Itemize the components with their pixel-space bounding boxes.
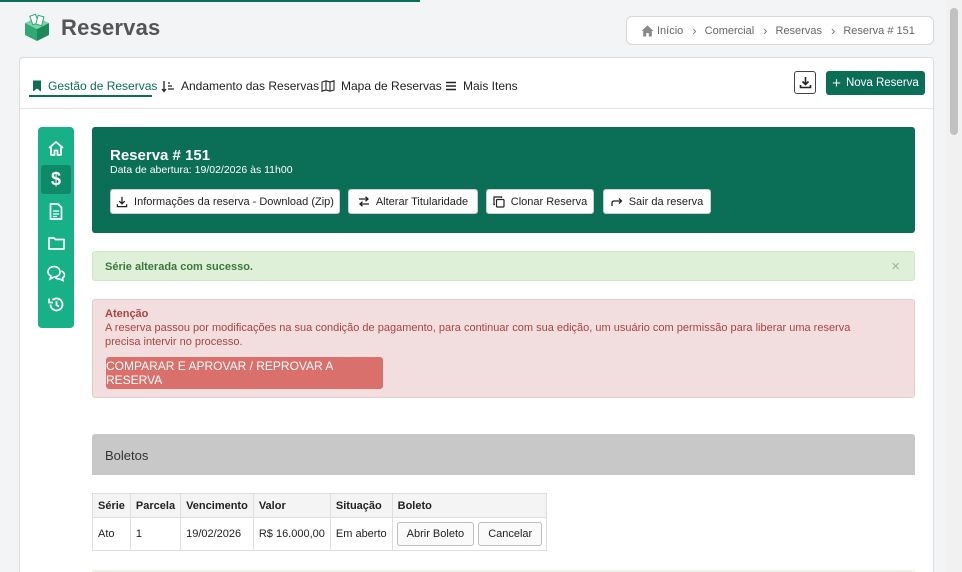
column-header-situacao: Situação <box>329 493 393 518</box>
clone-reservation-label: Clonar Reserva <box>510 195 588 208</box>
download-info-button[interactable]: Informações da reserva - Download (Zip) <box>110 189 340 214</box>
exit-reservation-button[interactable]: Sair da reserva <box>603 189 711 214</box>
table-header-row: Série Parcela Vencimento Valor Situação … <box>92 493 548 518</box>
tab-mapa-de-reservas[interactable]: Mapa de Reservas <box>321 75 442 97</box>
share-arrow-icon <box>611 197 623 206</box>
change-ownership-label: Alterar Titularidade <box>375 195 469 208</box>
chat-icon <box>47 265 66 282</box>
new-reservation-label: Nova Reserva <box>845 77 919 89</box>
app-logo-icon <box>25 13 49 41</box>
boletos-table: Série Parcela Vencimento Valor Situação … <box>92 493 548 551</box>
tab-label: Andamento das Reservas <box>181 79 320 93</box>
sidenav-documentos[interactable] <box>41 197 71 226</box>
swap-icon <box>358 196 369 207</box>
chevron-right-icon: › <box>763 23 768 38</box>
sidenav-financeiro[interactable]: $ <box>41 165 71 194</box>
download-icon <box>799 77 811 89</box>
scrollbar-thumb[interactable] <box>950 8 958 135</box>
home-icon <box>641 25 654 36</box>
column-header-serie: Série <box>92 493 131 518</box>
column-header-boleto: Boleto <box>391 493 548 518</box>
sort-icon <box>161 80 174 93</box>
history-icon <box>48 297 64 312</box>
breadcrumb-item-current: Reserva # 151 <box>843 24 915 37</box>
plus-icon: + <box>832 74 841 92</box>
sidenav-arquivos[interactable] <box>41 228 71 257</box>
table-row: Ato 1 19/02/2026 R$ 16.000,00 Em aberto … <box>92 517 548 551</box>
tab-bar: Gestão de Reservas Andamento das Reserva… <box>20 58 933 109</box>
cell-situacao: Em aberto <box>329 517 393 551</box>
clone-reservation-button[interactable]: Clonar Reserva <box>486 189 594 214</box>
top-accent-bar <box>0 0 420 2</box>
menu-icon <box>446 81 456 91</box>
column-header-parcela: Parcela <box>129 493 182 518</box>
breadcrumb: Início › Comercial › Reservas › Reserva … <box>626 16 934 45</box>
reservation-title: Reserva # 151 <box>110 147 211 164</box>
boletos-title: Boletos <box>105 448 149 463</box>
reservation-opened-date: Data de abertura: 19/02/2026 às 11h00 <box>110 164 293 176</box>
download-button[interactable] <box>794 71 816 94</box>
exit-reservation-label: Sair da reserva <box>628 195 704 208</box>
cell-parcela: 1 <box>129 517 182 551</box>
chevron-right-icon: › <box>830 23 836 38</box>
column-header-vencimento: Vencimento <box>180 493 254 518</box>
tab-mais-itens[interactable]: Mais Itens <box>445 75 518 97</box>
compare-approve-button[interactable]: COMPARAR E APROVAR / REPROVAR A RESERVA <box>106 357 383 389</box>
open-boleto-button[interactable]: Abrir Boleto <box>396 522 475 546</box>
sidenav-home[interactable] <box>41 134 71 163</box>
document-icon <box>49 203 63 220</box>
success-alert: Série alterada com sucesso. × <box>92 251 915 281</box>
breadcrumb-item-reservas[interactable]: Reservas <box>776 25 822 37</box>
cell-serie: Ato <box>92 517 131 551</box>
cancel-boleto-button[interactable]: Cancelar <box>478 522 543 546</box>
sidenav-mensagens[interactable] <box>41 259 71 288</box>
copy-icon <box>493 195 505 208</box>
cell-boleto-actions: Abrir Boleto Cancelar <box>391 517 548 551</box>
download-info-label: Informações da reserva - Download (Zip) <box>134 195 334 208</box>
side-nav: $ <box>38 127 74 328</box>
home-icon <box>48 141 64 156</box>
folder-icon <box>47 236 65 250</box>
sidenav-historico[interactable] <box>41 290 71 319</box>
tab-gestao-de-reservas[interactable]: Gestão de Reservas <box>32 75 157 97</box>
success-message: Série alterada com sucesso. <box>105 261 253 273</box>
bookmark-icon <box>33 80 41 92</box>
breadcrumb-home[interactable]: Início <box>641 25 683 37</box>
warning-title: Atenção <box>105 308 149 320</box>
tab-label: Mais Itens <box>463 79 518 93</box>
map-icon <box>321 80 335 92</box>
app-title: Reservas <box>61 15 161 40</box>
download-icon <box>116 196 128 207</box>
warning-message: A reserva passou por modificações na sua… <box>105 322 851 348</box>
reservation-header-card: Reserva # 151 Data de abertura: 19/02/20… <box>92 127 915 233</box>
page-scrollbar[interactable] <box>946 0 962 572</box>
cell-valor: R$ 16.000,00 <box>252 517 331 551</box>
warning-alert: Atenção A reserva passou por modificaçõe… <box>92 299 915 398</box>
active-tab-indicator <box>29 95 152 97</box>
chevron-right-icon: › <box>692 23 697 38</box>
change-ownership-button[interactable]: Alterar Titularidade <box>348 189 478 214</box>
tab-label: Mapa de Reservas <box>341 79 442 93</box>
breadcrumb-item-comercial[interactable]: Comercial <box>705 25 755 37</box>
boletos-section-header: Boletos <box>92 434 915 475</box>
cell-vencimento: 19/02/2026 <box>180 517 254 551</box>
app-header: Reservas Início › Comercial › Reservas ›… <box>0 0 946 57</box>
new-reservation-button[interactable]: + Nova Reserva <box>826 71 925 95</box>
close-icon[interactable]: × <box>891 258 900 275</box>
column-header-valor: Valor <box>252 493 331 518</box>
tab-label: Gestão de Reservas <box>48 79 158 93</box>
tab-andamento-das-reservas[interactable]: Andamento das Reservas <box>161 75 319 97</box>
breadcrumb-item-inicio: Início <box>657 24 684 37</box>
dollar-icon: $ <box>50 169 61 189</box>
